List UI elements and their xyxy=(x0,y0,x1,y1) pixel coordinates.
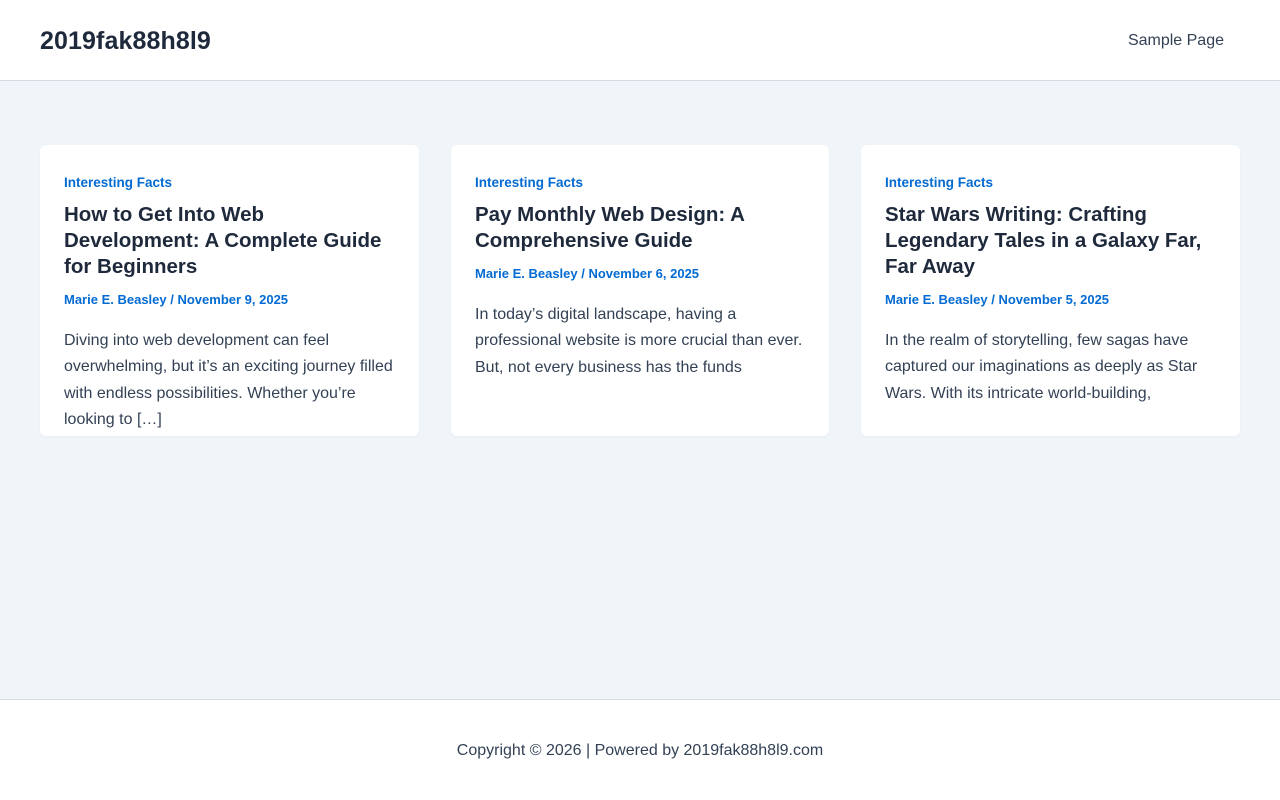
post-card: Interesting Facts How to Get Into Web De… xyxy=(40,145,419,436)
site-footer: Copyright © 2026 | Powered by 2019fak88h… xyxy=(0,699,1280,800)
post-title-link[interactable]: Pay Monthly Web Design: A Comprehensive … xyxy=(475,202,805,254)
post-title-link[interactable]: Star Wars Writing: Crafting Legendary Ta… xyxy=(885,202,1216,280)
post-category-link[interactable]: Interesting Facts xyxy=(475,173,805,193)
meta-separator: / xyxy=(987,292,999,307)
post-author-link[interactable]: Marie E. Beasley xyxy=(885,292,988,307)
post-author-link[interactable]: Marie E. Beasley xyxy=(475,266,578,281)
post-excerpt: Diving into web development can feel ove… xyxy=(64,332,393,428)
meta-separator: / xyxy=(577,266,589,281)
nav-item-sample-page[interactable]: Sample Page xyxy=(1128,30,1224,52)
post-author-link[interactable]: Marie E. Beasley xyxy=(64,292,167,307)
post-date-link[interactable]: November 6, 2025 xyxy=(588,266,699,281)
post-title-link[interactable]: How to Get Into Web Development: A Compl… xyxy=(64,202,395,280)
post-meta: Marie E. Beasley / November 6, 2025 xyxy=(475,264,805,284)
post-category-link[interactable]: Interesting Facts xyxy=(64,173,395,193)
posts-area: Interesting Facts How to Get Into Web De… xyxy=(0,81,1280,699)
post-excerpt: In today’s digital landscape, having a p… xyxy=(475,306,803,376)
post-date-link[interactable]: November 5, 2025 xyxy=(998,292,1109,307)
meta-separator: / xyxy=(166,292,178,307)
post-meta: Marie E. Beasley / November 9, 2025 xyxy=(64,290,395,310)
post-card: Interesting Facts Pay Monthly Web Design… xyxy=(451,145,829,436)
post-excerpt: In the realm of storytelling, few sagas … xyxy=(885,332,1198,402)
post-category-link[interactable]: Interesting Facts xyxy=(885,173,1216,193)
post-card: Interesting Facts Star Wars Writing: Cra… xyxy=(861,145,1240,436)
footer-copyright: Copyright © 2026 | Powered by 2019fak88h… xyxy=(456,742,824,759)
post-date-link[interactable]: November 9, 2025 xyxy=(177,292,288,307)
site-title-link[interactable]: 2019fak88h8l9 xyxy=(40,24,211,58)
site-header: 2019fak88h8l9 Sample Page xyxy=(0,0,1280,81)
post-meta: Marie E. Beasley / November 5, 2025 xyxy=(885,290,1216,310)
